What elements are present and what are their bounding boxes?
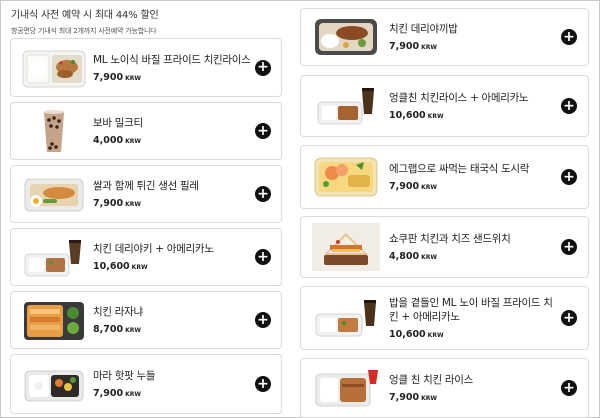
plus-icon: +: [257, 59, 269, 75]
item-price: 10,600 KRW: [93, 261, 148, 272]
add-button[interactable]: +: [255, 123, 271, 139]
menu-card[interactable]: 엉클친 치킨라이스 + 아메리카노 10,600 KRW +: [300, 75, 589, 137]
plus-icon: +: [563, 238, 575, 255]
item-name: 엉클친 치킨라이스 + 아메리카노: [389, 92, 529, 104]
item-name: 에그랩으로 싸먹는 태국식 도시락: [389, 163, 530, 175]
page-subtitle: 항공편당 기내식 최대 2개까지 사전예약 가능합니다: [11, 27, 157, 35]
menu-card[interactable]: 치킨 라자냐 8,700 KRW +: [10, 291, 282, 349]
page-header: 기내식 사전 예약 시 최대 44% 할인 항공편당 기내식 최대 2개까지 사…: [11, 6, 159, 36]
plus-icon: +: [563, 28, 575, 45]
item-price: 4,000 KRW: [93, 135, 141, 146]
item-price: 7,900 KRW: [389, 41, 437, 52]
add-button[interactable]: +: [255, 249, 271, 265]
item-name: 마라 핫팟 누들: [93, 370, 156, 382]
item-name: 치킨 데리야키 + 아메리카노: [93, 243, 214, 255]
item-price: 7,900 KRW: [93, 71, 141, 83]
food-image: [315, 19, 377, 55]
plus-icon: +: [257, 311, 269, 328]
item-name: ML 노이식 바질 프라이드 치킨라이스: [93, 53, 251, 66]
add-button[interactable]: +: [561, 310, 577, 326]
add-button[interactable]: +: [255, 376, 271, 392]
plus-icon: +: [257, 122, 269, 139]
add-button[interactable]: +: [561, 239, 577, 255]
add-button[interactable]: +: [255, 312, 271, 328]
item-price: 7,900 KRW: [93, 198, 141, 209]
item-name: 치킨 라자냐: [93, 306, 143, 318]
item-price: 10,600 KRW: [389, 329, 444, 340]
add-button[interactable]: +: [255, 59, 271, 76]
item-price: 7,900 KRW: [93, 388, 141, 399]
menu-card[interactable]: 쇼쿠판 치킨과 치즈 샌드위치 4,800 KRW +: [300, 216, 589, 278]
menu-card[interactable]: 밥을 곁들인 ML 노이 바질 프라이드 치킨 + 아메리카노 10,600 KR…: [300, 286, 589, 350]
add-button[interactable]: +: [255, 186, 271, 202]
add-button[interactable]: +: [561, 98, 577, 114]
item-price: 7,900 KRW: [389, 392, 437, 403]
page-title: 기내식 사전 예약 시 최대 44% 할인: [11, 10, 159, 21]
plus-icon: +: [257, 375, 269, 392]
add-button[interactable]: +: [561, 29, 577, 45]
item-name: 쇼쿠판 치킨과 치즈 샌드위치: [389, 233, 511, 245]
menu-card[interactable]: 치킨 데리야끼밥 7,900 KRW +: [300, 8, 589, 66]
food-image: [44, 110, 64, 152]
add-button[interactable]: +: [561, 380, 577, 396]
menu-card[interactable]: 에그랩으로 싸먹는 태국식 도시락 7,900 KRW +: [300, 145, 589, 209]
item-name: 치킨 데리야끼밥: [389, 23, 458, 35]
food-image: [24, 178, 84, 212]
menu-card[interactable]: 쌀과 함께 튀긴 생선 필레 7,900 KRW +: [10, 165, 282, 223]
plus-icon: +: [563, 309, 575, 326]
menu-card[interactable]: 치킨 데리야키 + 아메리카노 10,600 KRW +: [10, 228, 282, 286]
plus-icon: +: [257, 185, 269, 202]
food-image: [24, 370, 84, 402]
food-image: [24, 240, 81, 277]
item-price: 8,700 KRW: [93, 324, 141, 335]
plus-icon: +: [563, 379, 575, 396]
item-price: 4,800 KRW: [389, 251, 437, 262]
item-name: 쌀과 함께 튀긴 생선 필레: [93, 180, 199, 192]
item-name: 보바 밀크티: [93, 117, 143, 129]
item-price: 10,600 KRW: [389, 110, 444, 121]
food-image: [315, 370, 378, 407]
item-name: 엉클 친 치킨 라이스: [389, 374, 473, 386]
food-image: [317, 88, 374, 125]
plus-icon: +: [563, 168, 575, 185]
menu-card[interactable]: 엉클 친 치킨 라이스 7,900 KRW +: [300, 358, 589, 418]
menu-card[interactable]: 보바 밀크티 4,000 KRW +: [10, 102, 282, 160]
menu-card[interactable]: ML 노이식 바질 프라이드 치킨라이스 7,900 KRW +: [10, 38, 282, 97]
item-price: 7,900 KRW: [389, 181, 437, 192]
menu-card[interactable]: 마라 핫팟 누들 7,900 KRW +: [10, 354, 282, 414]
food-image: [315, 300, 376, 337]
add-button[interactable]: +: [561, 169, 577, 185]
plus-icon: +: [563, 97, 575, 114]
food-image: [22, 50, 86, 87]
food-image: [314, 157, 378, 197]
plus-icon: +: [257, 248, 269, 265]
food-image: [24, 302, 84, 340]
item-name: 밥을 곁들인 ML 노이 바질 프라이드 치킨 + 아메리카노: [389, 297, 553, 323]
food-image: [312, 223, 380, 271]
